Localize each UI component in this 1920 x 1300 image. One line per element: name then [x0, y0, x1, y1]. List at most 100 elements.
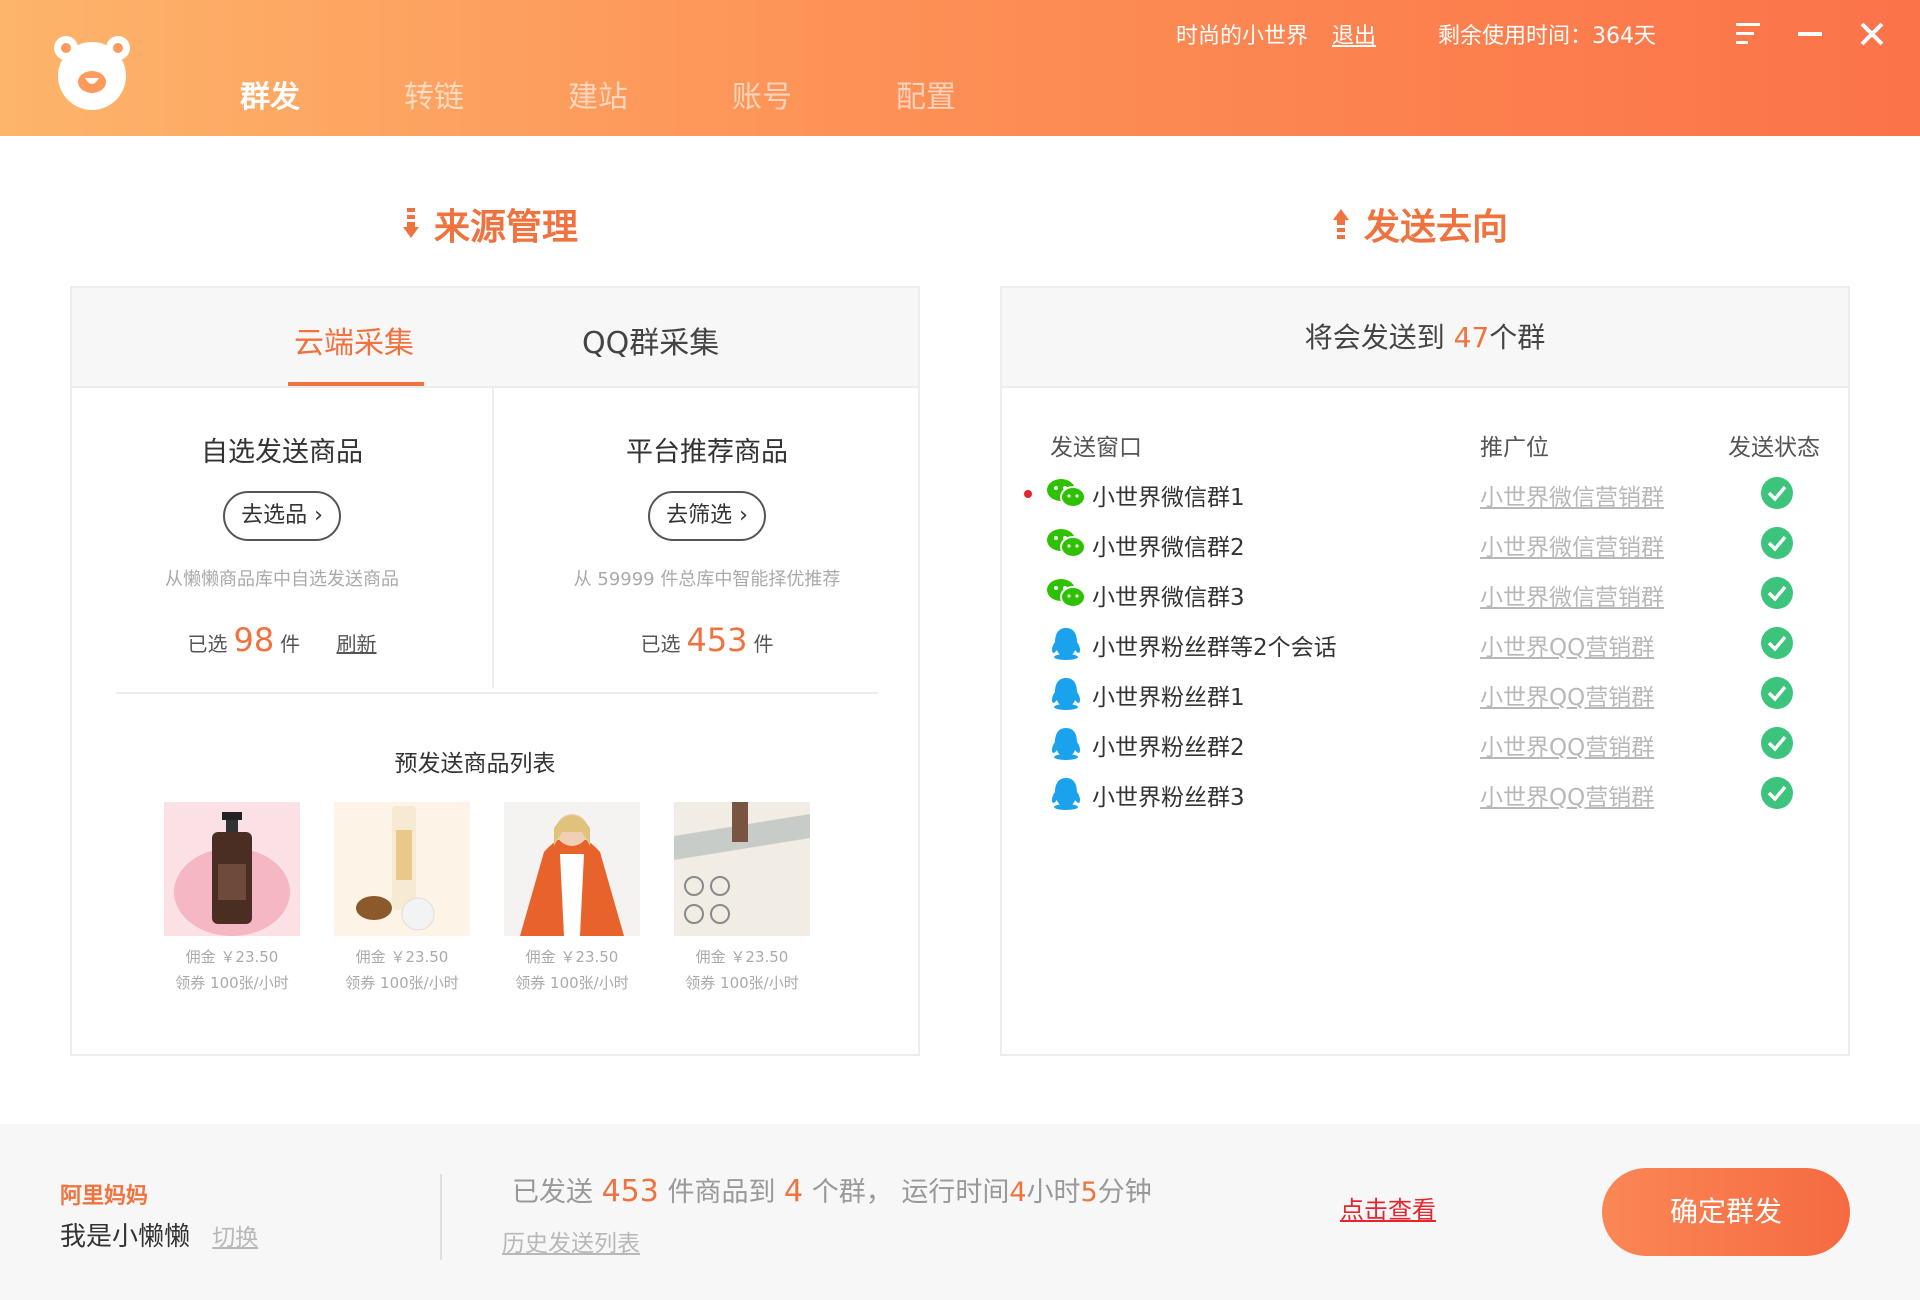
- remaining-time: 剩余使用时间：364天: [1438, 24, 1656, 49]
- target-row[interactable]: 小世界粉丝群2 小世界QQ营销群: [1002, 722, 1848, 766]
- product-image-flat-mop: [674, 802, 810, 936]
- footer-bar: 阿里妈妈 我是小懒懒 切换 已发送 453 件商品到 4 个群， 运行时间4小时…: [0, 1124, 1920, 1300]
- stat-runtime: 运行时间: [901, 1177, 1010, 1208]
- product-image-cream-tube: [334, 802, 470, 936]
- success-check-icon: [1761, 527, 1793, 559]
- send-summary: 将会发送到 47个群: [1002, 288, 1848, 388]
- view-details-link[interactable]: 点击查看: [1340, 1190, 1436, 1225]
- target-title-text: 发送去向: [1364, 207, 1509, 248]
- manual-selected-count: 已选 98 件 刷新: [72, 621, 492, 659]
- product-card[interactable]: 佣金 ￥23.50 领券 100张/小时: [674, 802, 810, 996]
- wechat-icon: [1047, 579, 1086, 608]
- qq-icon: [1051, 678, 1081, 710]
- active-tab-indicator: [288, 382, 424, 386]
- platform-recommend-title: 平台推荐商品: [626, 437, 788, 468]
- row-promo-link[interactable]: 小世界微信营销群: [1480, 478, 1664, 512]
- row-window-name: 小世界微信群3: [1092, 585, 1245, 611]
- nav-tab-mass-send[interactable]: 群发: [240, 72, 404, 116]
- nav-tab-convert-link[interactable]: 转链: [404, 72, 568, 116]
- product-commission: 佣金 ￥23.50: [525, 948, 619, 966]
- product-coupon: 领券 100张/小时: [345, 974, 459, 992]
- product-card[interactable]: 佣金 ￥23.50 领券 100张/小时: [334, 802, 470, 996]
- preview-product-list: 佣金 ￥23.50 领券 100张/小时 佣金 ￥23.50 领券 100张/小时 …: [164, 802, 810, 996]
- stat-minutes-unit: 分钟: [1097, 1177, 1152, 1208]
- app-header: 群发 转链 建站 账号 配置 时尚的小世界 退出 剩余使用时间：364天: [0, 0, 1920, 136]
- success-check-icon: [1761, 777, 1793, 809]
- stat-groups: 4: [784, 1174, 804, 1209]
- row-promo-link[interactable]: 小世界QQ营销群: [1480, 728, 1654, 762]
- product-commission: 佣金 ￥23.50: [695, 948, 789, 966]
- col-promo-slot: 推广位: [1480, 435, 1549, 461]
- header-right: 时尚的小世界 退出 剩余使用时间：364天: [1176, 14, 1920, 54]
- target-row[interactable]: 小世界微信群2 小世界微信营销群: [1002, 522, 1848, 566]
- qq-icon: [1051, 628, 1081, 660]
- logout-link[interactable]: 退出: [1332, 18, 1376, 50]
- wechat-icon: [1047, 529, 1086, 558]
- selected-unit: 件: [753, 632, 774, 656]
- summary-prefix: 将会发送到: [1304, 321, 1445, 354]
- close-icon[interactable]: [1858, 20, 1886, 48]
- stat-minutes: 5: [1080, 1177, 1098, 1208]
- filter-products-button[interactable]: 去筛选 ›: [648, 491, 766, 541]
- product-image-orange-cardigan: [504, 802, 640, 936]
- row-promo-link[interactable]: 小世界微信营销群: [1480, 578, 1664, 612]
- product-commission: 佣金 ￥23.50: [185, 948, 279, 966]
- target-row[interactable]: 小世界微信群1 小世界微信营销群: [1002, 472, 1848, 516]
- row-promo-link[interactable]: 小世界QQ营销群: [1480, 778, 1654, 812]
- row-promo-link[interactable]: 小世界QQ营销群: [1480, 678, 1654, 712]
- footer-user: 我是小懒懒 切换: [60, 1216, 258, 1253]
- tab-cloud-collect[interactable]: 云端采集: [294, 318, 414, 362]
- minimize-icon[interactable]: [1796, 20, 1824, 48]
- selected-prefix: 已选: [640, 632, 681, 656]
- row-window-name: 小世界粉丝群2: [1092, 735, 1245, 761]
- source-tabs: 云端采集 QQ群采集: [72, 288, 918, 388]
- stat-hours-unit: 小时: [1026, 1177, 1081, 1208]
- selected-number: 98: [233, 621, 275, 659]
- tab-qq-collect[interactable]: QQ群采集: [582, 318, 719, 362]
- target-row[interactable]: 小世界微信群3 小世界微信营销群: [1002, 572, 1848, 616]
- target-row[interactable]: 小世界粉丝群1 小世界QQ营销群: [1002, 672, 1848, 716]
- product-image-serum-bottle: [164, 802, 300, 936]
- col-send-status: 发送状态: [1728, 435, 1820, 461]
- nav-tab-config[interactable]: 配置: [896, 72, 1060, 116]
- platform-selected-count: 已选 453 件: [496, 621, 918, 659]
- success-check-icon: [1761, 727, 1793, 759]
- active-dot-icon: [1024, 490, 1032, 498]
- nav-tab-build-site[interactable]: 建站: [568, 72, 732, 116]
- footer-user-name: 我是小懒懒: [60, 1222, 191, 1252]
- switch-account-link[interactable]: 切换: [212, 1225, 258, 1251]
- row-promo-link[interactable]: 小世界微信营销群: [1480, 528, 1664, 562]
- row-window-name: 小世界微信群2: [1092, 535, 1245, 561]
- row-window-name: 小世界微信群1: [1092, 485, 1245, 511]
- row-promo-link[interactable]: 小世界QQ营销群: [1480, 628, 1654, 662]
- menu-icon[interactable]: [1734, 20, 1762, 48]
- target-row[interactable]: 小世界粉丝群3 小世界QQ营销群: [1002, 772, 1848, 816]
- history-list-link[interactable]: 历史发送列表: [502, 1224, 640, 1258]
- select-products-label: 去选品: [241, 503, 308, 528]
- brand-label: 阿里妈妈: [60, 1184, 149, 1209]
- manual-select-desc: 从懒懒商品库中自选发送商品: [165, 569, 399, 590]
- select-products-button[interactable]: 去选品 ›: [223, 491, 341, 541]
- user-name: 时尚的小世界: [1175, 24, 1308, 49]
- target-row[interactable]: 小世界粉丝群等2个会话 小世界QQ营销群: [1002, 622, 1848, 666]
- success-check-icon: [1761, 677, 1793, 709]
- filter-products-label: 去筛选: [666, 503, 733, 528]
- product-coupon: 领券 100张/小时: [175, 974, 289, 992]
- product-card[interactable]: 佣金 ￥23.50 领券 100张/小时: [504, 802, 640, 996]
- product-card[interactable]: 佣金 ￥23.50 领券 100张/小时: [164, 802, 300, 996]
- footer-separator: [440, 1174, 442, 1260]
- row-window-name: 小世界粉丝群1: [1092, 685, 1245, 711]
- stat-items: 453: [601, 1174, 659, 1209]
- wechat-icon: [1047, 479, 1086, 508]
- qq-icon: [1051, 778, 1081, 810]
- refresh-link[interactable]: 刷新: [337, 632, 377, 656]
- confirm-send-button[interactable]: 确定群发: [1602, 1168, 1850, 1256]
- row-window-name: 小世界粉丝群等2个会话: [1092, 635, 1337, 661]
- download-arrow-icon: [403, 208, 419, 238]
- success-check-icon: [1761, 577, 1793, 609]
- nav-tab-account[interactable]: 账号: [732, 72, 896, 116]
- platform-recommend-desc: 从 59999 件总库中智能择优推荐: [573, 569, 841, 590]
- stat-hours: 4: [1009, 1177, 1027, 1208]
- product-commission: 佣金 ￥23.50: [355, 948, 449, 966]
- bear-logo-icon: [54, 36, 130, 110]
